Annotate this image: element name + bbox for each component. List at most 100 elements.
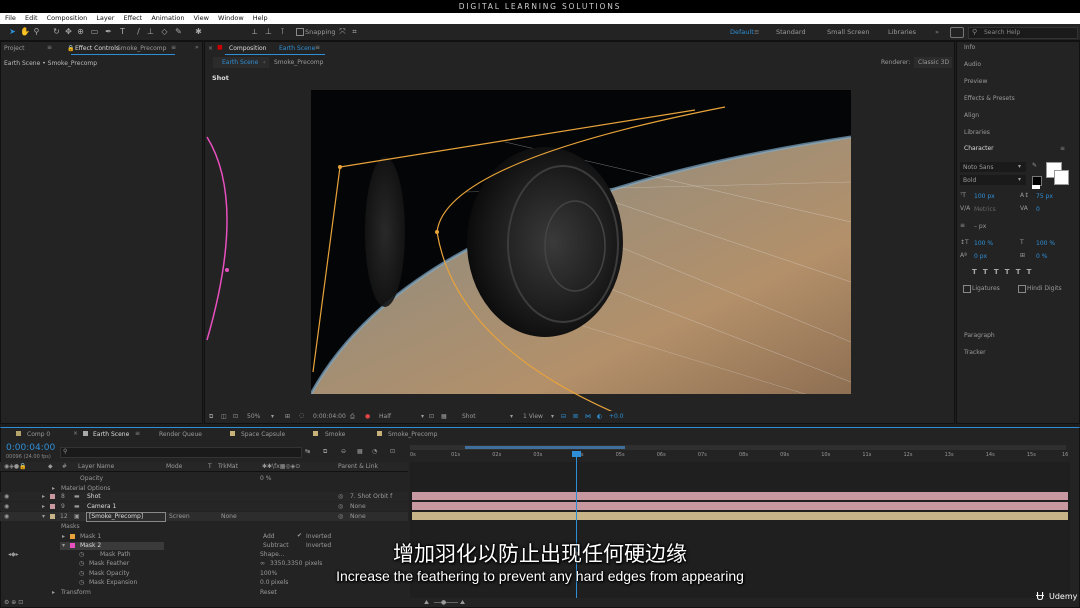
twirl-open-icon[interactable]: ▾ [42, 513, 45, 520]
character-menu-icon[interactable]: ≡ [1060, 145, 1065, 152]
snapshot-icon[interactable]: ⎙ [350, 413, 355, 421]
axis-view-icon[interactable]: ⊺ [278, 27, 287, 36]
tab-project[interactable]: Project [4, 45, 25, 52]
zoom-out-icon[interactable]: ⛰ [424, 599, 429, 607]
pen-tool-icon[interactable]: ✒ [104, 27, 113, 36]
eraser-tool-icon[interactable]: ◇ [160, 27, 169, 36]
workspace-small-screen[interactable]: Small Screen [827, 28, 869, 36]
ligatures-checkbox[interactable] [963, 285, 971, 293]
zoom-handle-icon[interactable]: ● [441, 599, 446, 606]
parent-pickwhip-icon[interactable]: ◎ [338, 513, 343, 520]
precomp-layer-bar[interactable] [412, 512, 1068, 520]
text-style-buttons[interactable]: TTTTTT [972, 268, 1037, 276]
layer-12-name-box[interactable]: [Smoke_Precomp] [86, 512, 166, 522]
tracking-value[interactable]: 0 [1036, 206, 1040, 213]
label-color[interactable] [50, 514, 55, 519]
draft-3d-icon[interactable]: ⧉ [323, 448, 327, 456]
label-color[interactable] [50, 504, 55, 509]
fast-previews-icon[interactable]: ⊟ [561, 413, 566, 420]
shy-layers-icon[interactable]: ⊖ [341, 448, 346, 455]
snap-options-icon[interactable]: ⤧ [338, 27, 347, 36]
opacity-prop-value[interactable]: 0 % [260, 475, 271, 482]
menu-animation[interactable]: Animation [151, 13, 184, 24]
panel-character[interactable]: Character [964, 145, 994, 152]
layer-9-name[interactable]: Camera 1 [87, 503, 116, 510]
comp-subtab-smoke-precomp[interactable]: Smoke_Precomp [274, 59, 323, 66]
zoom-in-icon[interactable]: ⛰ [460, 599, 465, 607]
grid-icon[interactable]: ⊞ [285, 413, 290, 420]
current-time-indicator[interactable] [572, 451, 581, 457]
roi-icon[interactable]: ⊡ [429, 413, 434, 420]
font-family-select[interactable]: Noto Sans ▾ [960, 162, 1026, 172]
timeline-search-input[interactable]: ⚲ [60, 447, 302, 458]
zoom-value[interactable]: 50% [247, 413, 260, 420]
menu-help[interactable]: Help [253, 13, 268, 24]
hand-tool-icon[interactable]: ✋ [20, 27, 30, 36]
tab-effect-controls-layer[interactable]: Smoke_Precomp [117, 45, 166, 52]
panel-tracker[interactable]: Tracker [964, 349, 986, 356]
layer-12-trkmat[interactable]: None [221, 513, 237, 520]
camera-layer-bar[interactable] [412, 502, 1068, 510]
comp-lock-icon[interactable]: ■ [217, 44, 223, 51]
menu-file[interactable]: File [5, 13, 16, 24]
comp-menu-icon[interactable]: ≡ [315, 44, 320, 51]
panel-libraries[interactable]: Libraries [964, 129, 990, 136]
timeline-timecode[interactable]: 0:00:04:00 [6, 443, 55, 453]
camera-view-value[interactable]: Shot [462, 413, 476, 420]
exposure-value[interactable]: +0.0 [609, 413, 624, 420]
tab-effect-controls-label[interactable]: Effect Controls [75, 45, 119, 52]
camera-view-dropdown-icon[interactable]: ▾ [510, 413, 513, 420]
snap-grid-icon[interactable]: ⌗ [350, 27, 359, 36]
panel-info[interactable]: Info [964, 44, 975, 51]
resolution-value[interactable]: Half [379, 413, 391, 420]
comp-mini-flowchart-icon[interactable]: ↹ [305, 448, 310, 455]
view-layout-value[interactable]: 1 View [523, 413, 543, 420]
puppet-tool-icon[interactable]: ✱ [194, 27, 203, 36]
comp-tab-label[interactable]: Composition [229, 45, 266, 52]
masks-group-label[interactable]: Masks [61, 523, 80, 530]
zoom-dropdown-icon[interactable]: ▾ [271, 413, 274, 420]
clone-stamp-tool-icon[interactable]: ⊥ [146, 27, 155, 36]
color-channel-icon[interactable]: ● [365, 413, 370, 420]
mask-toggle-icon[interactable]: ◌ [299, 412, 304, 419]
more-workspaces-icon[interactable]: » [935, 28, 939, 36]
axis-local-icon[interactable]: ⟂ [250, 27, 259, 36]
region-icon[interactable]: ⊡ [233, 413, 238, 420]
snapping-checkbox[interactable] [296, 28, 304, 36]
workspace-libraries[interactable]: Libraries [888, 28, 916, 36]
font-style-select[interactable]: Bold ▾ [960, 175, 1026, 185]
selection-tool-icon[interactable]: ➤ [8, 27, 17, 36]
frame-blending-icon[interactable]: ▦ [357, 448, 363, 455]
lock-icon[interactable]: 🔒 [67, 45, 74, 52]
workspace-standard[interactable]: Standard [776, 28, 806, 36]
motion-path[interactable] [206, 136, 228, 341]
twirl-icon[interactable]: ▸ [52, 589, 55, 596]
toggle-switches-icon[interactable]: ⚙ ⊕ ⊡ [4, 599, 23, 606]
kerning-value[interactable]: Metrics [974, 206, 996, 213]
timeline-zoom-bar[interactable]: ⛰ ● ⛰ [410, 599, 1070, 607]
material-options-twirl-icon[interactable]: ▸ [52, 485, 55, 492]
panel-preview[interactable]: Preview [964, 78, 987, 85]
tsume-value[interactable]: 0 % [1036, 253, 1047, 260]
flowchart-icon[interactable]: ⋈ [585, 413, 591, 420]
menu-edit[interactable]: Edit [25, 13, 38, 24]
twirl-icon[interactable]: ▸ [42, 493, 45, 500]
time-ruler[interactable]: 0s01s02s03s04s05s06s07s08s09s10s11s12s13… [410, 450, 1070, 460]
horizontal-scale-value[interactable]: 100 % [1036, 240, 1055, 247]
font-size-value[interactable]: 100 px [974, 193, 995, 200]
layer-8-parent[interactable]: 7. Shot Orbit f [350, 493, 392, 500]
panel-align[interactable]: Align [964, 112, 979, 119]
renderer-select[interactable]: Classic 3D [914, 57, 952, 68]
visibility-eye-icon[interactable]: ◉ [4, 513, 9, 520]
twirl-icon[interactable]: ▸ [42, 503, 45, 510]
brush-tool-icon[interactable]: / [134, 27, 143, 36]
menu-layer[interactable]: Layer [96, 13, 114, 24]
stroke-width-value[interactable]: – px [974, 223, 986, 230]
comp-subtab-earth-scene[interactable]: Earth Scene [213, 57, 269, 68]
motion-path-keyframe[interactable] [225, 268, 229, 272]
pan-behind-tool-icon[interactable]: ⊕ [76, 27, 85, 36]
visibility-eye-icon[interactable]: ◉ [4, 503, 9, 510]
menu-composition[interactable]: Composition [47, 13, 88, 24]
camera-tool-icon[interactable]: ✥ [64, 27, 73, 36]
type-tool-icon[interactable]: T [118, 27, 127, 36]
